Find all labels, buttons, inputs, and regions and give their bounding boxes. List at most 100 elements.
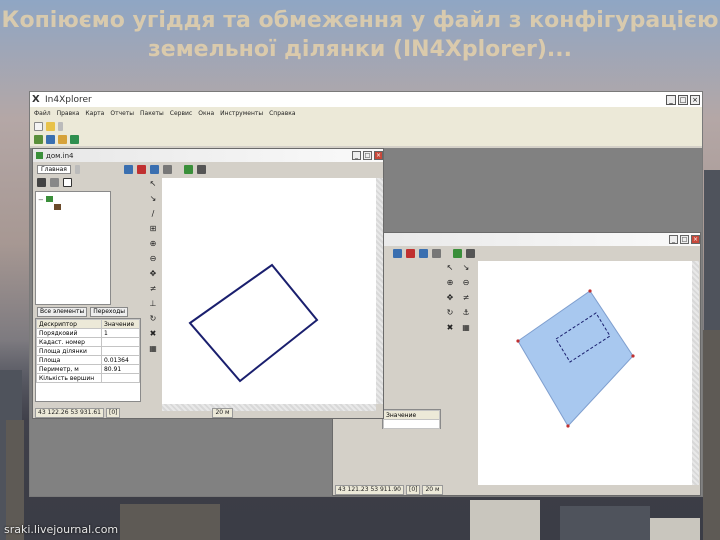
rotate-icon[interactable]: ↻ xyxy=(445,308,455,318)
close-button[interactable]: × xyxy=(690,94,700,105)
child2-minimize-button[interactable]: _ xyxy=(669,235,678,244)
menu-packages[interactable]: Пакеты xyxy=(140,110,164,117)
zoom-out-icon[interactable]: ⊖ xyxy=(461,278,471,288)
menu-tools[interactable]: Инструменты xyxy=(220,110,263,117)
menu-service[interactable]: Сервис xyxy=(170,110,192,117)
table-row[interactable]: Площа 0.01364 xyxy=(36,355,141,365)
minimize-button[interactable]: _ xyxy=(666,94,676,105)
perpendicular-icon[interactable]: ⊥ xyxy=(148,299,158,309)
child1-map-canvas[interactable] xyxy=(162,178,376,404)
delete-icon[interactable]: ✖ xyxy=(445,323,455,333)
table-row[interactable]: Кадаст. номер xyxy=(36,337,141,347)
table-icon[interactable]: ▦ xyxy=(461,323,471,333)
cut-icon[interactable] xyxy=(406,248,415,258)
delete-icon[interactable]: ✖ xyxy=(148,329,158,339)
table-icon[interactable]: ▦ xyxy=(148,344,158,354)
flag-icon[interactable] xyxy=(466,248,475,258)
properties-icon[interactable] xyxy=(63,177,72,187)
tab-all-elements[interactable]: Все элементы xyxy=(37,307,88,317)
edit-icon[interactable] xyxy=(183,164,193,174)
cut-icon[interactable] xyxy=(136,164,146,174)
flag-icon[interactable] xyxy=(196,164,206,174)
open-folder-icon[interactable] xyxy=(46,122,55,131)
node-icon[interactable]: ↘ xyxy=(461,263,471,273)
menu-file[interactable]: Файл xyxy=(34,110,51,117)
split-icon[interactable] xyxy=(149,164,159,174)
child2-toolbar xyxy=(333,246,700,260)
maximize-button[interactable]: □ xyxy=(678,94,688,105)
zoom-out-icon[interactable]: ⊖ xyxy=(148,254,158,264)
zoom-in-icon[interactable]: ⊕ xyxy=(445,278,455,288)
props-value-header: Значение xyxy=(100,319,141,329)
svg-text:−: − xyxy=(38,196,44,204)
child2-maximize-button[interactable]: □ xyxy=(680,235,689,244)
child2-vertical-scrollbar[interactable] xyxy=(692,261,699,485)
app-titlebar: X In4Xplorer _ □ × xyxy=(30,92,702,107)
vertex-point[interactable] xyxy=(516,339,520,343)
vertex-point[interactable] xyxy=(631,354,635,358)
pan-icon[interactable]: ✥ xyxy=(445,293,455,303)
secondary-toolbar xyxy=(30,133,702,146)
grid-icon[interactable] xyxy=(46,135,55,144)
child1-title: дом.in4 xyxy=(46,151,74,160)
land-use-node-icon[interactable] xyxy=(54,204,61,210)
merge-icon[interactable] xyxy=(432,248,441,258)
watermark: sraki.livejournal.com xyxy=(4,523,119,536)
table-row[interactable]: Периметр, м 80.91 xyxy=(36,364,141,374)
child1-minimize-button[interactable]: _ xyxy=(352,151,361,160)
draw-line-icon[interactable]: ∕ xyxy=(148,209,158,219)
merge-icon[interactable] xyxy=(162,164,172,174)
child2-vertical-tools: ↖ ⊕ ✥ ↻ ✖ xyxy=(445,263,455,333)
rotate-icon[interactable]: ↻ xyxy=(148,314,158,324)
app-logo-icon: X xyxy=(32,93,40,105)
node-icon[interactable]: ↘ xyxy=(148,194,158,204)
layer-icon[interactable] xyxy=(34,135,43,144)
menu-help[interactable]: Справка xyxy=(269,110,295,117)
properties-table: Дескриптор Значение Порядковий 1 Кадаст. … xyxy=(35,318,141,402)
menu-windows[interactable]: Окна xyxy=(198,110,214,117)
child2-selection-count: [0] xyxy=(405,485,421,495)
table-row[interactable]: Порядковий 1 xyxy=(36,328,141,338)
object-tree[interactable]: − xyxy=(35,191,111,305)
table-row[interactable]: Кількість вершин xyxy=(36,373,141,383)
plugin-icon[interactable] xyxy=(58,135,67,144)
edit-icon[interactable] xyxy=(453,248,462,258)
pan-icon[interactable]: ✥ xyxy=(148,269,158,279)
menu-edit[interactable]: Правка xyxy=(57,110,80,117)
anchor-icon[interactable]: ⚓ xyxy=(461,308,471,318)
measure-icon[interactable]: ≠ xyxy=(148,284,158,294)
child1-vertical-scrollbar[interactable] xyxy=(376,178,383,404)
parcel-node-icon[interactable] xyxy=(46,196,53,202)
child1-maximize-button[interactable]: □ xyxy=(363,151,372,160)
split-icon[interactable] xyxy=(419,248,428,258)
new-file-icon[interactable] xyxy=(34,122,43,131)
select-icon[interactable] xyxy=(393,248,402,258)
pointer-icon[interactable]: ↖ xyxy=(148,179,158,189)
child1-vertical-tools: ↖ ↘ ∕ ⊞ ⊕ ⊖ ✥ ≠ ⊥ ↻ ✖ ▦ xyxy=(148,179,158,354)
dropdown-icon[interactable] xyxy=(58,122,63,131)
measure-icon[interactable]: ≠ xyxy=(461,293,471,303)
child2-properties-panel: Значение xyxy=(382,409,441,429)
vertex-point[interactable] xyxy=(588,289,592,293)
vertex-point[interactable] xyxy=(566,424,570,428)
in4xplorer-window: X In4Xplorer _ □ × Файл Правка Карта Отч… xyxy=(29,91,703,497)
dropdown-icon[interactable] xyxy=(74,164,80,174)
table-row[interactable]: Площа ділянки xyxy=(36,346,141,356)
menu-map[interactable]: Карта xyxy=(85,110,104,117)
tab-main[interactable]: Главная xyxy=(37,164,71,174)
child1-close-button[interactable]: × xyxy=(374,151,383,160)
land-polygon[interactable] xyxy=(188,263,319,383)
child2-close-button[interactable]: × xyxy=(691,235,700,244)
zoom-in-icon[interactable]: ⊕ xyxy=(148,239,158,249)
tab-transitions[interactable]: Переходы xyxy=(90,307,129,317)
filter-icon[interactable] xyxy=(50,177,59,187)
map-icon[interactable] xyxy=(70,135,79,144)
pointer-icon[interactable]: ↖ xyxy=(445,263,455,273)
props-value-header: Значение xyxy=(383,410,440,420)
menu-reports[interactable]: Отчеты xyxy=(110,110,134,117)
select-icon[interactable] xyxy=(123,164,133,174)
child2-map-canvas[interactable] xyxy=(478,261,692,485)
menubar: Файл Правка Карта Отчеты Пакеты Сервис О… xyxy=(30,107,702,120)
binoculars-icon[interactable] xyxy=(37,177,46,187)
zoom-area-icon[interactable]: ⊞ xyxy=(148,224,158,234)
